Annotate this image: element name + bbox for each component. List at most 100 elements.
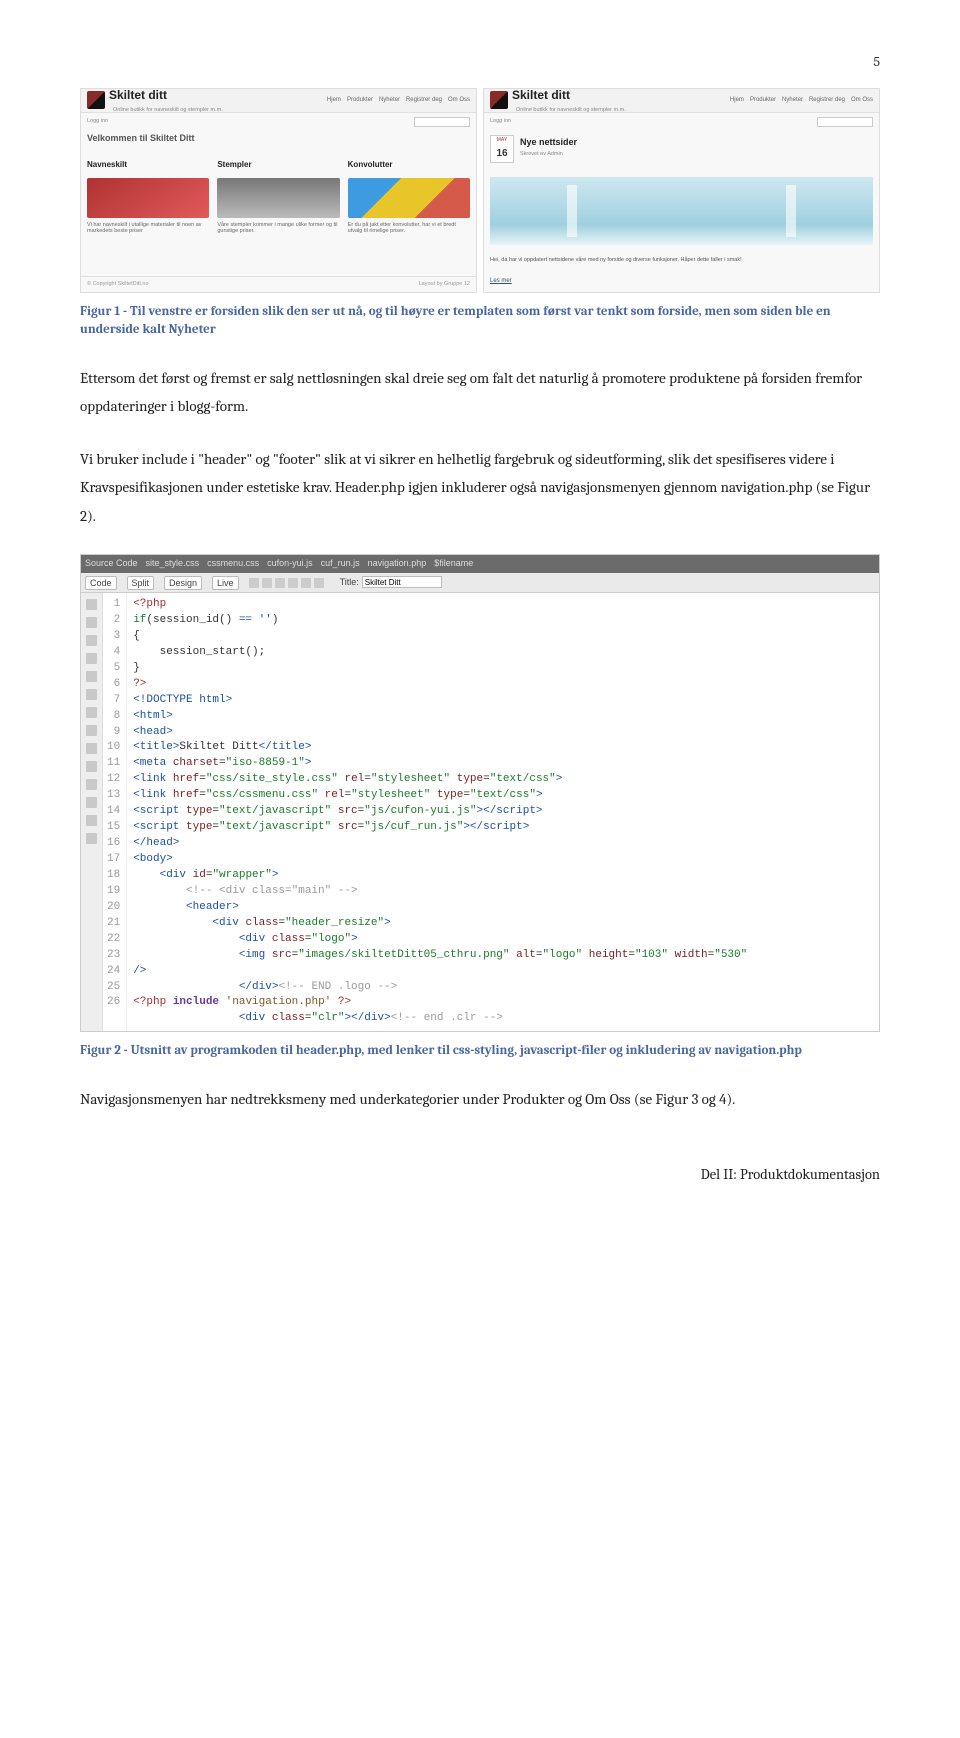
brand-name: Skiltet ditt: [109, 85, 223, 105]
read-more-link[interactable]: Les mer: [490, 276, 873, 286]
col-caption: Er du på jakt etter konvolutter, har vi …: [348, 222, 470, 235]
toolbar-icon[interactable]: [288, 578, 298, 588]
hero-image-icon: [490, 177, 873, 245]
mini-search-row: Logg inn: [484, 113, 879, 129]
footer-credit: Layout by Gruppe 12: [419, 280, 470, 289]
gutter-tool-icon[interactable]: [86, 779, 97, 790]
col-title: Konvolutter: [348, 158, 470, 172]
gutter-tool-icon[interactable]: [86, 617, 97, 628]
news-subline: Skrevet av Admin: [520, 150, 577, 159]
title-label: Title:: [340, 575, 359, 590]
gutter-tool-icon[interactable]: [86, 653, 97, 664]
paragraph-1: Ettersom det først og fremst er salg net…: [80, 364, 880, 421]
mode-live-button[interactable]: Live: [212, 576, 239, 590]
gutter-tool-icon[interactable]: [86, 761, 97, 772]
mini-nav: Hjem Produkter Nyheter Registrer deg Om …: [327, 95, 470, 105]
gutter-tool-icon[interactable]: [86, 743, 97, 754]
editor-toolbar: Code Split Design Live Title:: [81, 573, 879, 593]
file-tab[interactable]: navigation.php: [368, 556, 427, 571]
mini-header: Skiltet ditt Online butikk for navneskil…: [81, 89, 476, 113]
file-tab[interactable]: cuf_run.js: [321, 556, 360, 571]
gutter-tool-icon[interactable]: [86, 833, 97, 844]
title-input[interactable]: [362, 576, 442, 588]
col-caption: Våre stempler kommer i mange ulike forme…: [217, 222, 339, 235]
news-body: MAY 16 Nye nettsider Skrevet av Admin He…: [484, 129, 879, 292]
file-tab[interactable]: site_style.css: [146, 556, 200, 571]
gutter-tool-icon[interactable]: [86, 689, 97, 700]
date-badge: MAY 16: [490, 135, 514, 163]
nav-item[interactable]: Nyheter: [379, 95, 400, 105]
mode-split-button[interactable]: Split: [127, 576, 155, 590]
login-link[interactable]: Logg inn: [490, 117, 511, 127]
nav-item[interactable]: Om Oss: [851, 95, 873, 105]
logo-icon: [490, 91, 508, 109]
paragraph-3: Navigasjonsmenyen har nedtrekksmeny med …: [80, 1085, 880, 1114]
paragraph-2: Vi bruker include i "header" og "footer"…: [80, 445, 880, 531]
screenshot-right: Skiltet ditt Online butikk for navneskil…: [483, 88, 880, 293]
screenshot-left: Skiltet ditt Online butikk for navneskil…: [80, 88, 477, 293]
editor-file-tabs: Source Code site_style.css cssmenu.css c…: [81, 555, 879, 573]
nav-item[interactable]: Hjem: [327, 95, 341, 105]
col-caption: Vi har navneskilt i utallige materialer …: [87, 222, 209, 235]
col-title: Navneskilt: [87, 158, 209, 172]
file-tab[interactable]: $filename: [434, 556, 473, 571]
line-number-gutter: 1234567891011121314151617181920212223242…: [103, 593, 127, 1031]
code-area: 1234567891011121314151617181920212223242…: [81, 593, 879, 1031]
gutter-tool-icon[interactable]: [86, 671, 97, 682]
mini-nav: Hjem Produkter Nyheter Registrer deg Om …: [730, 95, 873, 105]
figure-1-screenshots: Skiltet ditt Online butikk for navneskil…: [80, 88, 880, 293]
nav-item[interactable]: Nyheter: [782, 95, 803, 105]
figure-1-caption: Figur 1 - Til venstre er forsiden slik d…: [80, 303, 880, 339]
col-konvolutter: Konvolutter Er du på jakt etter konvolut…: [348, 158, 470, 270]
figure-2-editor: Source Code site_style.css cssmenu.css c…: [80, 554, 880, 1032]
gutter-tool-icon[interactable]: [86, 725, 97, 736]
nav-item[interactable]: Produkter: [750, 95, 776, 105]
product-thumb-icon: [217, 178, 339, 218]
footer-section-label: Del II: Produktdokumentasjon: [80, 1163, 880, 1188]
mini-search-row: Logg inn: [81, 113, 476, 129]
toolbar-icon[interactable]: [314, 578, 324, 588]
gutter-tool-icon[interactable]: [86, 797, 97, 808]
gutter-tool-icon[interactable]: [86, 707, 97, 718]
three-col-body: Navneskilt Vi har navneskilt i utallige …: [81, 152, 476, 276]
date-month: MAY: [497, 136, 507, 145]
gutter-tool-icon[interactable]: [86, 635, 97, 646]
file-tab[interactable]: Source Code: [85, 556, 138, 571]
page-number: 5: [80, 50, 880, 74]
file-tab[interactable]: cssmenu.css: [207, 556, 259, 571]
nav-item[interactable]: Registrer deg: [406, 95, 442, 105]
mode-design-button[interactable]: Design: [164, 576, 202, 590]
toolbar-icon[interactable]: [262, 578, 272, 588]
toolbar-icon[interactable]: [249, 578, 259, 588]
news-headline: Nye nettsider: [520, 135, 577, 150]
gutter-tool-icon[interactable]: [86, 815, 97, 826]
product-thumb-icon: [87, 178, 209, 218]
gutter-tool-icon[interactable]: [86, 599, 97, 610]
search-input[interactable]: [414, 117, 470, 127]
product-thumb-icon: [348, 178, 470, 218]
news-body-text: Hei, da har vi oppdatert nettsidene våre…: [490, 257, 873, 264]
nav-item[interactable]: Hjem: [730, 95, 744, 105]
left-tool-column: [81, 593, 103, 1031]
nav-item[interactable]: Om Oss: [448, 95, 470, 105]
logo-icon: [87, 91, 105, 109]
col-stempler: Stempler Våre stempler kommer i mange ul…: [217, 158, 339, 270]
welcome-heading: Velkommen til Skiltet Ditt: [87, 131, 476, 146]
mini-footer: © Copyright SkiltetDitt.no Layout by Gru…: [81, 276, 476, 292]
login-link[interactable]: Logg inn: [87, 117, 108, 127]
toolbar-icons: [249, 578, 324, 588]
toolbar-icon[interactable]: [275, 578, 285, 588]
nav-item[interactable]: Registrer deg: [809, 95, 845, 105]
code-text[interactable]: <?phpif(session_id() == ''){ session_sta…: [127, 593, 879, 1031]
col-navneskilt: Navneskilt Vi har navneskilt i utallige …: [87, 158, 209, 270]
search-input[interactable]: [817, 117, 873, 127]
mode-code-button[interactable]: Code: [85, 576, 117, 590]
file-tab[interactable]: cufon-yui.js: [267, 556, 313, 571]
date-day: 16: [496, 145, 507, 162]
brand-name: Skiltet ditt: [512, 85, 626, 105]
nav-item[interactable]: Produkter: [347, 95, 373, 105]
col-title: Stempler: [217, 158, 339, 172]
title-field-group: Title:: [340, 575, 442, 590]
toolbar-icon[interactable]: [301, 578, 311, 588]
footer-copy: © Copyright SkiltetDitt.no: [87, 280, 149, 289]
